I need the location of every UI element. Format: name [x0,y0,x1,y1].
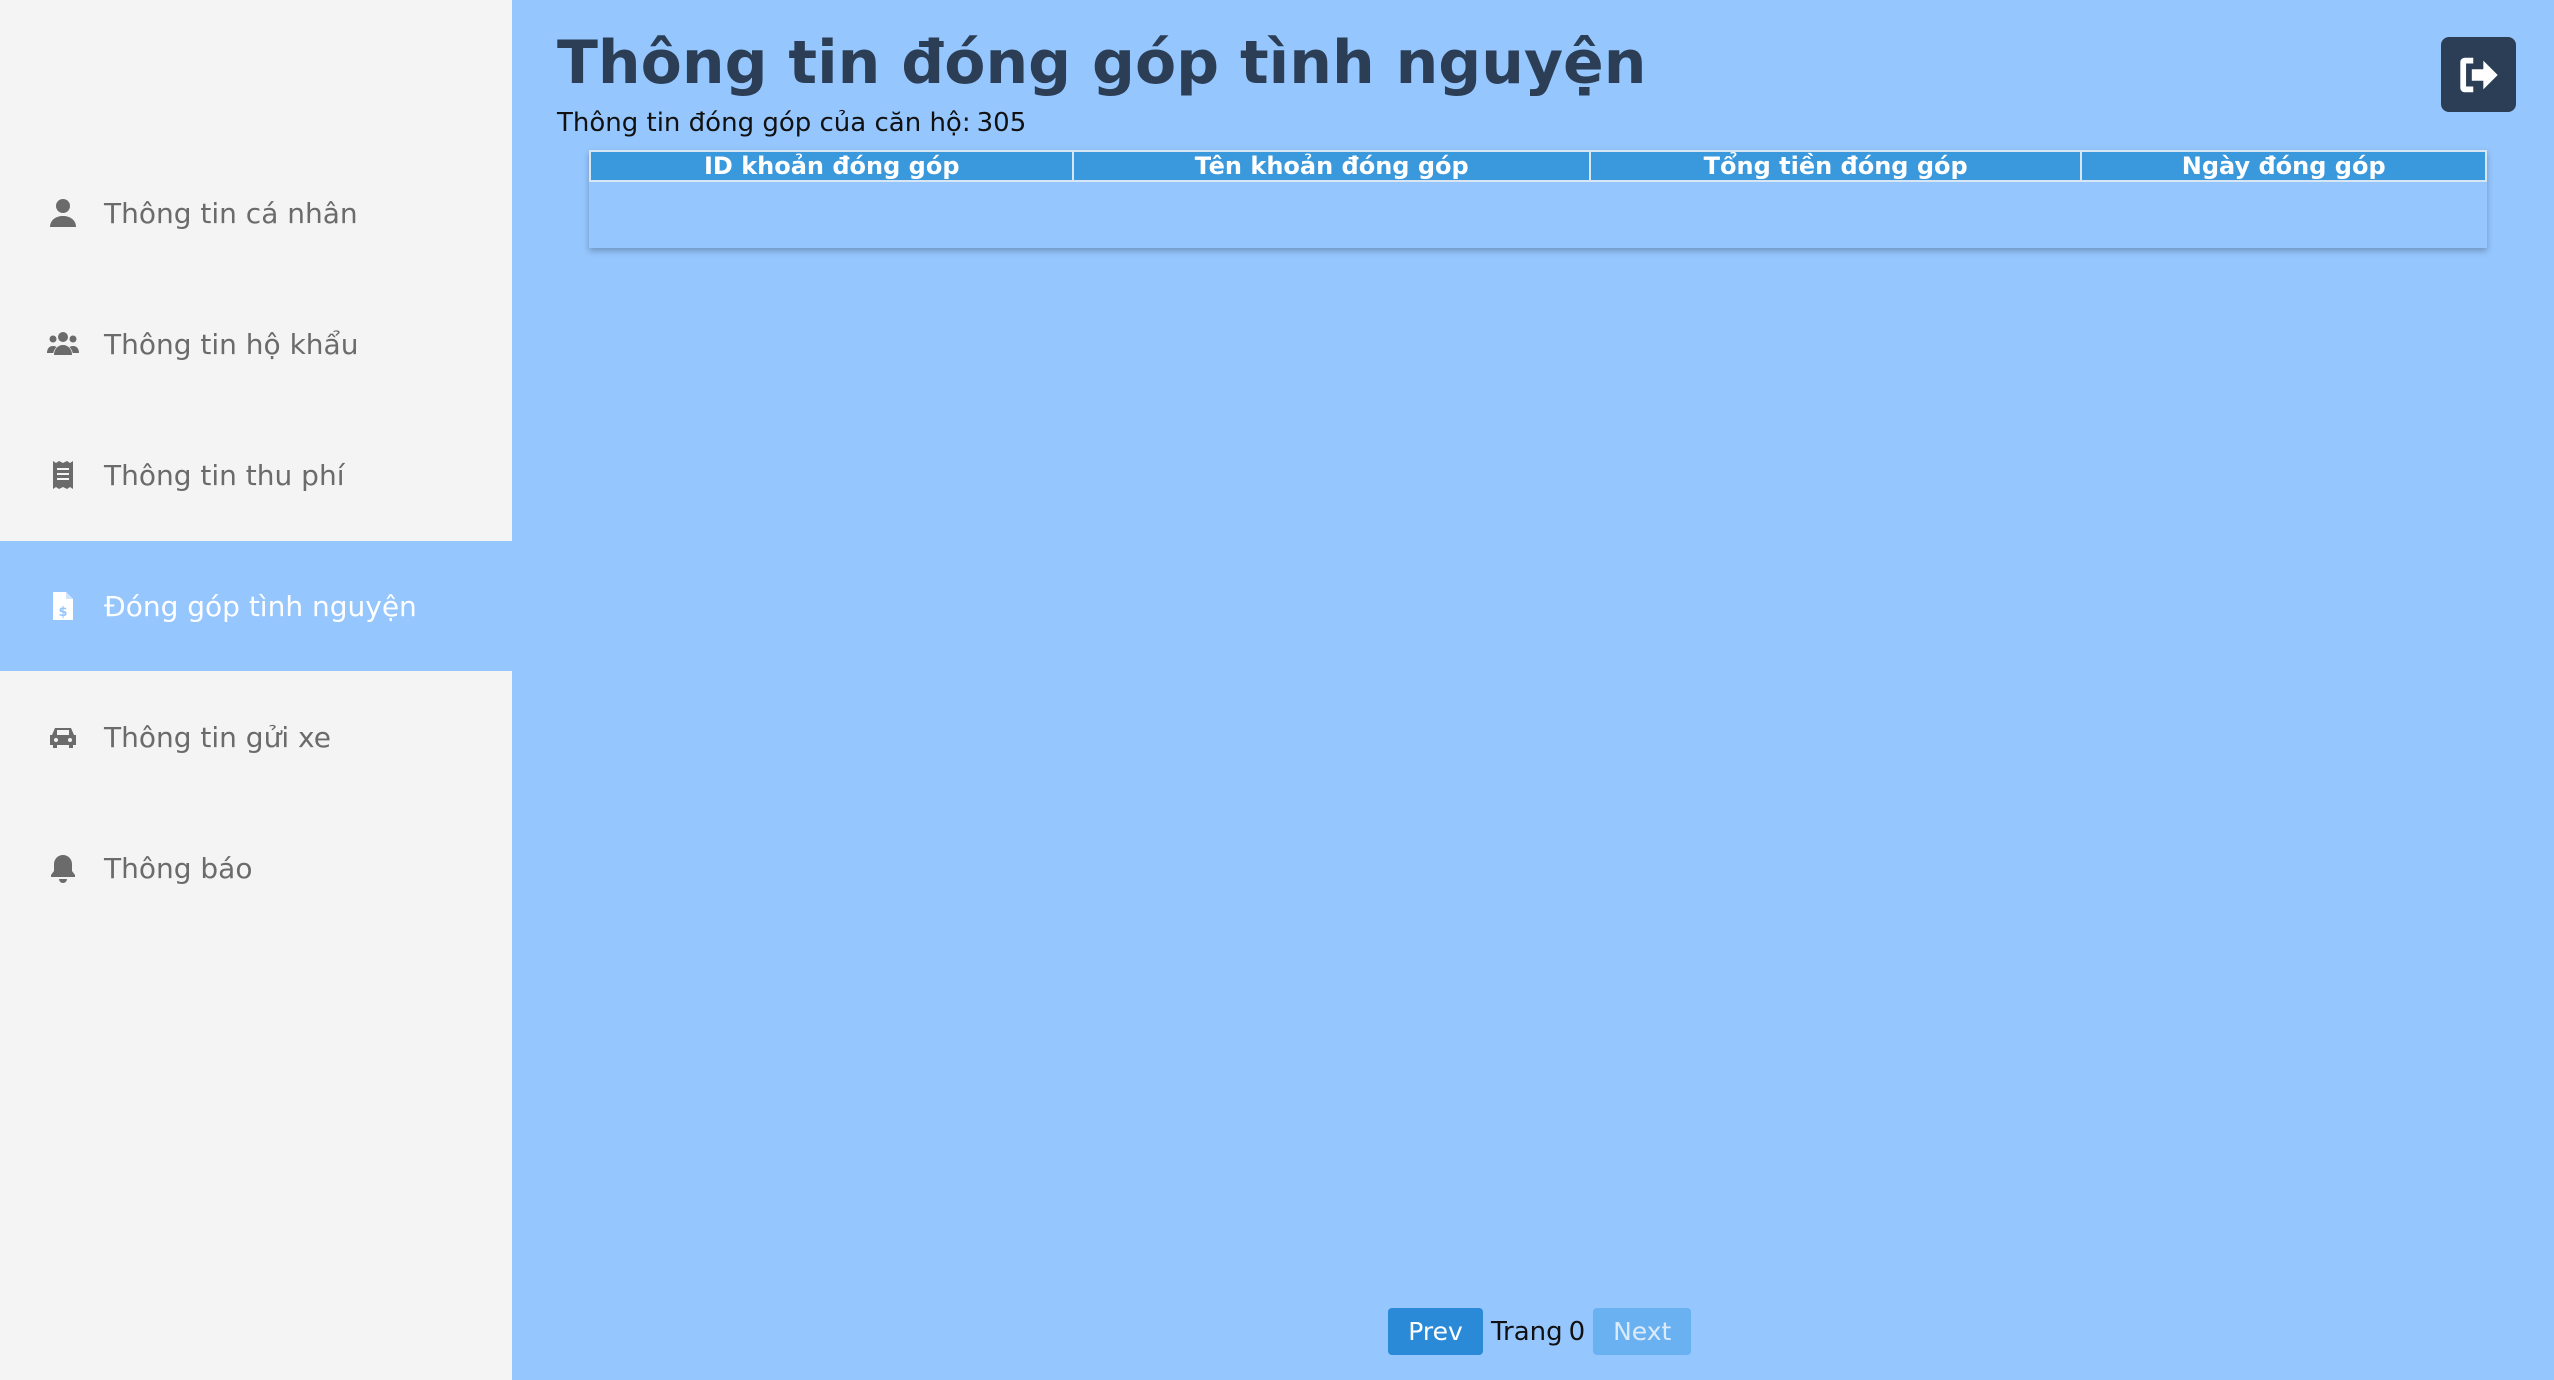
page-number: 0 [1568,1316,1586,1347]
sidebar-item-personal-info[interactable]: Thông tin cá nhân [0,148,512,278]
invoice-dollar-icon: $ [44,587,82,625]
sidebar-item-label: Thông tin hộ khẩu [104,327,359,361]
subtitle-label: Thông tin đóng góp của căn hộ: [557,108,971,138]
svg-text:$: $ [58,605,67,620]
bell-icon [44,849,82,887]
page-title: Thông tin đóng góp tình nguyện [557,28,1647,98]
sign-out-icon [2459,57,2498,92]
sidebar-item-label: Thông tin thu phí [104,458,345,492]
receipt-icon [44,456,82,494]
user-icon [44,194,82,232]
column-header-name[interactable]: Tên khoản đóng góp [1072,150,1591,182]
sidebar-item-label: Thông báo [104,851,253,885]
main-content: Thông tin đóng góp tình nguyện Thông tin… [512,0,2554,1380]
table-header-row: ID khoản đóng góp Tên khoản đóng góp Tổn… [588,150,2487,182]
table-body [590,181,2486,247]
sidebar-item-parking-info[interactable]: Thông tin gửi xe [0,672,512,802]
sidebar-item-household-info[interactable]: Thông tin hộ khẩu [0,279,512,409]
prev-page-button[interactable]: Prev [1388,1308,1483,1355]
sidebar-item-volunteer-contribution[interactable]: $ Đóng góp tình nguyện [0,541,512,671]
car-icon [44,718,82,756]
apartment-number: 305 [976,108,1027,138]
users-icon [44,325,82,363]
pagination: Prev Trang 0 Next [1388,1308,1692,1355]
sidebar-item-fee-info[interactable]: Thông tin thu phí [0,410,512,540]
contribution-table: ID khoản đóng góp Tên khoản đóng góp Tổn… [588,150,2487,248]
page-label: Trang [1491,1316,1563,1347]
next-page-button[interactable]: Next [1593,1308,1692,1355]
sidebar-item-notifications[interactable]: Thông báo [0,803,512,933]
column-header-date[interactable]: Ngày đóng góp [2080,150,2487,182]
column-header-total[interactable]: Tổng tiền đóng góp [1588,150,2083,182]
apartment-subtitle: Thông tin đóng góp của căn hộ: 305 [557,108,1026,138]
page-indicator: Trang 0 [1491,1317,1585,1347]
sidebar-item-label: Thông tin cá nhân [104,196,358,230]
column-header-id[interactable]: ID khoản đóng góp [588,150,1075,182]
sidebar: Thông tin cá nhân Thông tin hộ khẩu Thôn… [0,0,512,1380]
sidebar-item-label: Thông tin gửi xe [104,720,331,754]
sidebar-item-label: Đóng góp tình nguyện [104,589,417,623]
logout-button[interactable] [2441,37,2516,112]
